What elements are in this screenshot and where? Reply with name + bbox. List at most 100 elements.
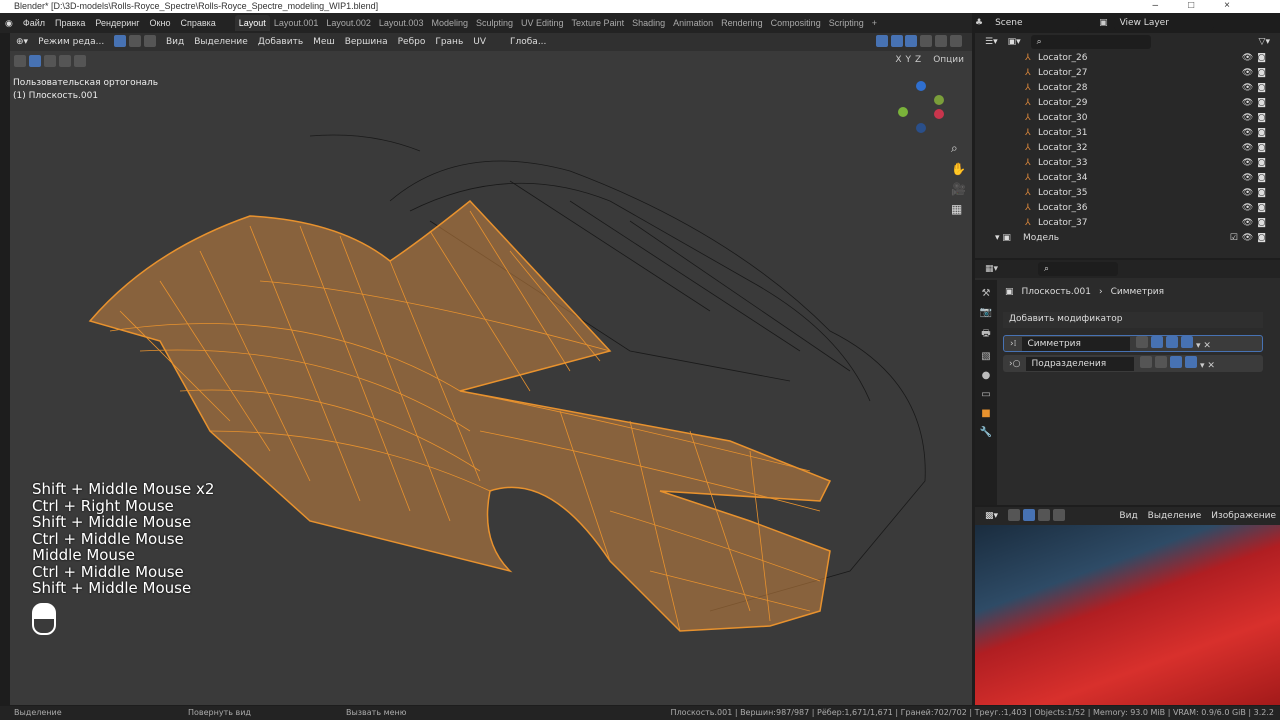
- scene-field[interactable]: Scene: [989, 16, 1080, 30]
- outliner-type-icon[interactable]: ☰▾: [985, 37, 998, 47]
- menu-select[interactable]: Выделение: [194, 37, 248, 47]
- visibility-icon[interactable]: 👁◙: [1242, 201, 1270, 216]
- tab-workspace[interactable]: UV Editing: [517, 15, 568, 31]
- list-item[interactable]: ⅄ Locator_33 👁◙: [975, 156, 1280, 171]
- tab-workspace[interactable]: Compositing: [767, 15, 825, 31]
- tab-workspace[interactable]: Modeling: [427, 15, 472, 31]
- add-workspace-button[interactable]: +: [868, 15, 881, 31]
- list-item[interactable]: ⅄ Locator_29 👁◙: [975, 96, 1280, 111]
- tab-workspace[interactable]: Layout: [234, 15, 270, 31]
- zoom-icon[interactable]: ⌕: [951, 141, 966, 156]
- mode-dropdown[interactable]: Режим реда...: [38, 37, 104, 47]
- modifier-toggles[interactable]: ▾ ✕: [1140, 356, 1215, 371]
- list-item[interactable]: ⅄ Locator_32 👁◙: [975, 141, 1280, 156]
- add-modifier-dropdown[interactable]: Добавить модификатор: [1003, 312, 1263, 328]
- menu-mesh[interactable]: Меш: [313, 37, 335, 47]
- list-item[interactable]: ⅄ Locator_34 👁◙: [975, 171, 1280, 186]
- list-item[interactable]: ⅄ Locator_36 👁◙: [975, 201, 1280, 216]
- wireframe-shading-button[interactable]: [905, 34, 918, 47]
- list-item[interactable]: ⅄ Locator_31 👁◙: [975, 126, 1280, 141]
- edge-select-button[interactable]: [129, 34, 142, 47]
- list-item[interactable]: ⅄ Locator_28 👁◙: [975, 81, 1280, 96]
- visibility-icon[interactable]: 👁◙: [1242, 171, 1270, 186]
- tab-workspace[interactable]: Layout.003: [375, 15, 428, 31]
- list-item[interactable]: ⅄ Locator_35 👁◙: [975, 186, 1280, 201]
- visibility-icon[interactable]: 👁◙: [1242, 111, 1270, 126]
- window-controls[interactable]: –□×: [1153, 0, 1260, 12]
- xray-button[interactable]: [890, 34, 903, 47]
- editor-type-icon[interactable]: ⊕▾: [16, 37, 28, 47]
- list-item[interactable]: ⅄ Locator_37 👁◙: [975, 216, 1280, 231]
- filter-icon[interactable]: ▽▾: [1259, 37, 1270, 47]
- collection-item[interactable]: ▾ ▣ Модель ☑👁◙: [975, 231, 1280, 246]
- outliner-search-input[interactable]: ⌕: [1030, 35, 1151, 49]
- list-item[interactable]: ⅄ Locator_26 👁◙: [975, 51, 1280, 66]
- expand-icon[interactable]: ▾ ▣: [995, 231, 1011, 246]
- modifier-name-field[interactable]: Подразделения: [1026, 356, 1135, 371]
- modifier-tab-icon[interactable]: 🔧: [980, 427, 992, 438]
- menu-view[interactable]: Вид: [166, 37, 184, 47]
- overlay-button[interactable]: [875, 34, 888, 47]
- view-layer-field[interactable]: View Layer: [1113, 16, 1214, 30]
- visibility-icon[interactable]: 👁◙: [1242, 156, 1270, 171]
- modifier-name-field[interactable]: Симметрия: [1022, 336, 1131, 351]
- tab-workspace[interactable]: Layout.001: [270, 15, 323, 31]
- modifier-toggles[interactable]: ▾ ✕: [1136, 336, 1211, 351]
- visibility-icon[interactable]: 👁◙: [1242, 51, 1270, 66]
- tool-tab-icon[interactable]: ⚒: [982, 288, 991, 299]
- image-editor-type-icon[interactable]: ▩▾: [985, 511, 998, 521]
- reference-photo[interactable]: [975, 525, 1280, 705]
- display-mode-icon[interactable]: ▣▾: [1008, 37, 1021, 47]
- menu-edge[interactable]: Ребро: [398, 37, 426, 47]
- menu-view[interactable]: Вид: [1119, 511, 1137, 521]
- visibility-icon[interactable]: 👁◙: [1242, 81, 1270, 96]
- list-item[interactable]: ⅄ Locator_30 👁◙: [975, 111, 1280, 126]
- visibility-icon[interactable]: 👁◙: [1242, 141, 1270, 156]
- face-select-button[interactable]: [143, 34, 156, 47]
- visibility-icon[interactable]: 👁◙: [1242, 216, 1270, 231]
- menu-face[interactable]: Грань: [435, 37, 463, 47]
- menu-image[interactable]: Изображение: [1211, 511, 1276, 521]
- modifier-symmetry[interactable]: ›⁞ Симметрия ▾ ✕: [1003, 335, 1263, 352]
- menu-edit[interactable]: Правка: [50, 18, 90, 28]
- modifier-subdivision[interactable]: ›○ Подразделения ▾ ✕: [1003, 355, 1263, 372]
- pan-hand-icon[interactable]: ✋: [951, 162, 966, 176]
- material-shading-button[interactable]: [935, 34, 948, 47]
- menu-render[interactable]: Рендеринг: [90, 18, 144, 28]
- properties-search-input[interactable]: ⌕: [1038, 262, 1119, 276]
- world-tab-icon[interactable]: ●: [982, 370, 991, 381]
- solid-shading-button[interactable]: [920, 34, 933, 47]
- menu-help[interactable]: Справка: [175, 18, 220, 28]
- menu-add[interactable]: Добавить: [258, 37, 303, 47]
- collection-tab-icon[interactable]: ▭: [981, 389, 990, 400]
- view-layer-tab-icon[interactable]: ▧: [981, 351, 990, 362]
- menu-vertex[interactable]: Вершина: [345, 37, 388, 47]
- navigation-gizmo[interactable]: [898, 81, 948, 136]
- visibility-icon[interactable]: 👁◙: [1242, 66, 1270, 81]
- visibility-icon[interactable]: 👁◙: [1242, 96, 1270, 111]
- blender-logo-icon[interactable]: ◉: [0, 18, 18, 29]
- tab-workspace[interactable]: Texture Paint: [568, 15, 629, 31]
- vertex-select-button[interactable]: [114, 34, 127, 47]
- 3d-viewport[interactable]: X Y Z Опции Пользовательская ортогональ (1)…: [10, 51, 972, 705]
- camera-icon[interactable]: 🎥: [951, 182, 966, 196]
- menu-file[interactable]: Файл: [18, 18, 50, 28]
- tab-workspace[interactable]: Scripting: [825, 15, 868, 31]
- visibility-icon[interactable]: 👁◙: [1242, 126, 1270, 141]
- tab-workspace[interactable]: Rendering: [717, 15, 767, 31]
- object-tab-icon[interactable]: ■: [981, 408, 990, 419]
- tab-workspace[interactable]: Animation: [669, 15, 717, 31]
- menu-select[interactable]: Выделение: [1148, 511, 1202, 521]
- output-tab-icon[interactable]: 🖶: [981, 326, 990, 343]
- rendered-shading-button[interactable]: [950, 34, 962, 47]
- tab-workspace[interactable]: Sculpting: [472, 15, 517, 31]
- menu-window[interactable]: Окно: [145, 18, 176, 28]
- tab-workspace[interactable]: Shading: [628, 15, 669, 31]
- orientation-dropdown[interactable]: Глоба...: [510, 37, 546, 47]
- render-tab-icon[interactable]: 📷: [980, 307, 992, 318]
- visibility-icon[interactable]: ☑👁◙: [1230, 231, 1270, 246]
- menu-uv[interactable]: UV: [473, 37, 486, 47]
- list-item[interactable]: ⅄ Locator_27 👁◙: [975, 66, 1280, 81]
- tab-workspace[interactable]: Layout.002: [322, 15, 375, 31]
- properties-type-icon[interactable]: ▦▾: [985, 264, 998, 274]
